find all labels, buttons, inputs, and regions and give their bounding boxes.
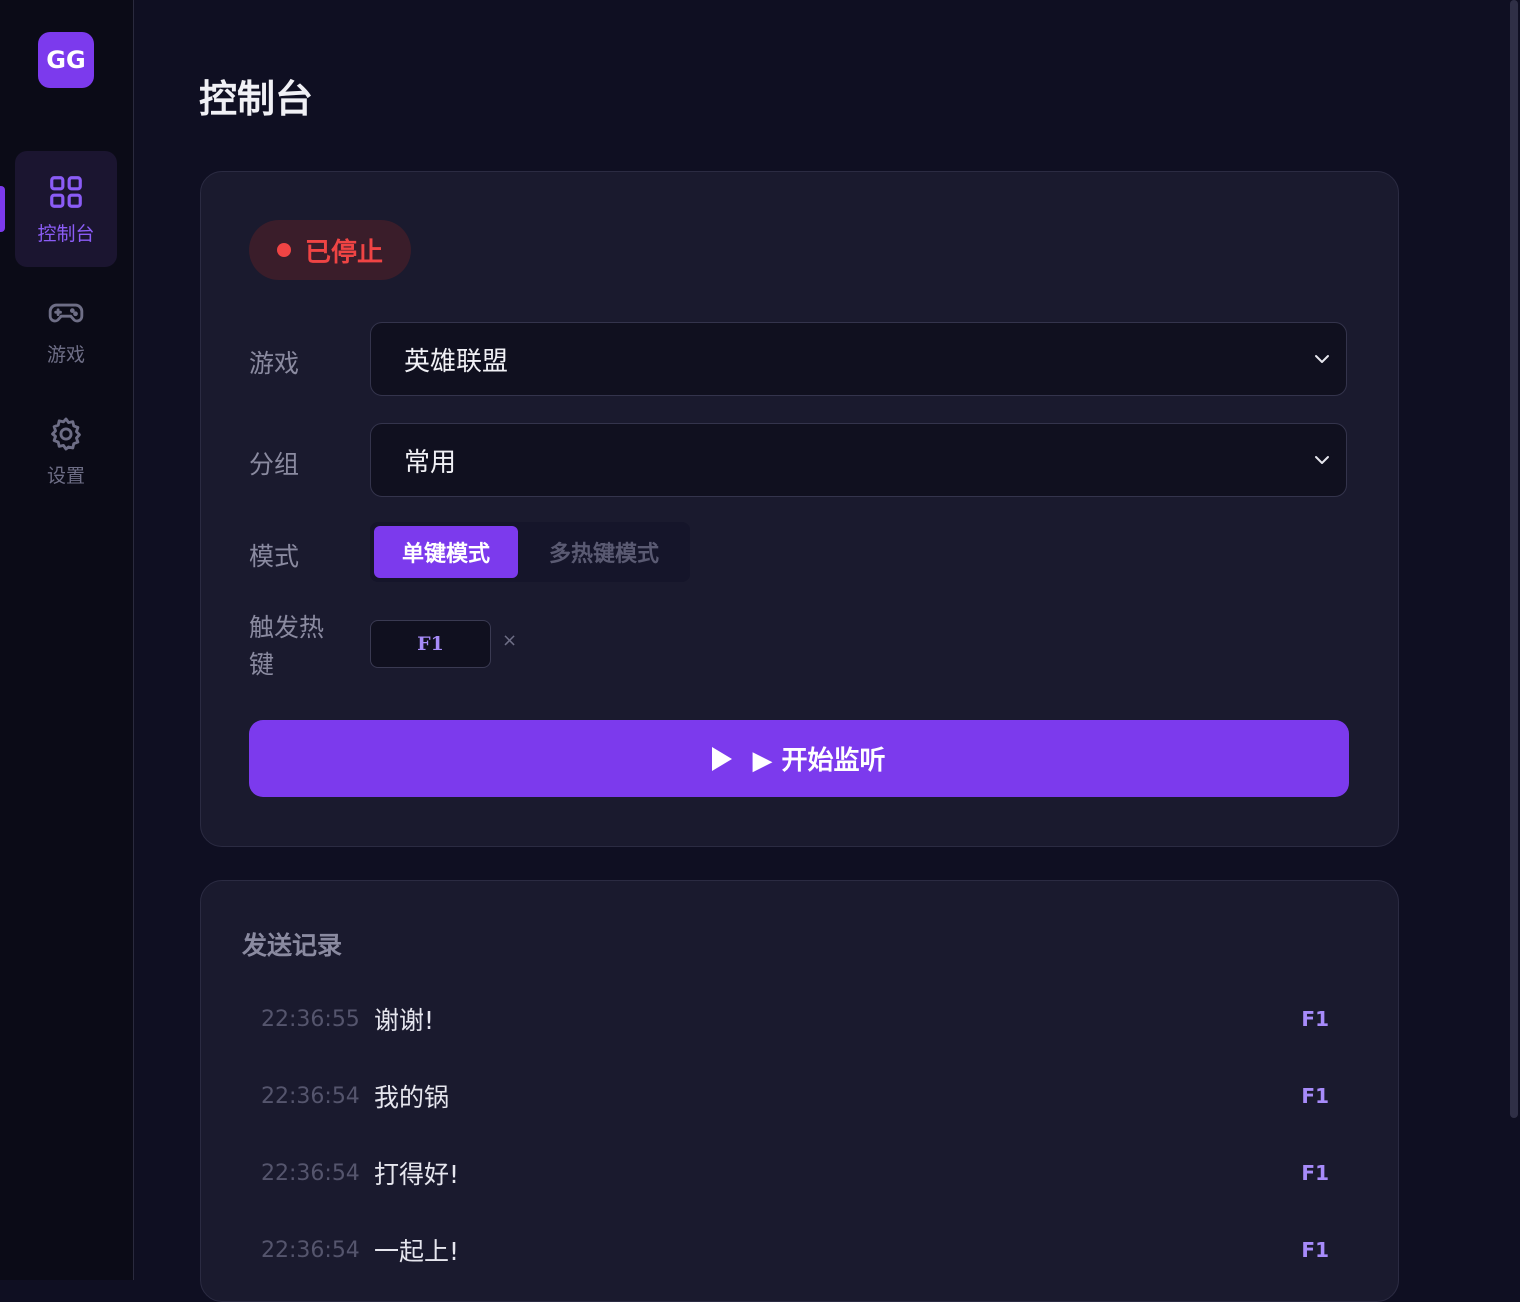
start-listening-button[interactable]: ▶ 开始监听: [249, 720, 1349, 797]
log-message: 谢谢!: [374, 1006, 435, 1035]
group-select-value: 常用: [404, 447, 457, 478]
log-row: 22:36:54 一起上! F1: [261, 1230, 1339, 1270]
log-time: 22:36:54: [261, 1160, 360, 1186]
chevron-down-icon: [1315, 456, 1329, 464]
sidebar-item-games[interactable]: 游戏: [15, 272, 117, 388]
log-row: 22:36:54 打得好! F1: [261, 1153, 1339, 1193]
play-icon: [712, 746, 733, 771]
sidebar-item-label: 游戏: [46, 343, 85, 366]
log-title: 发送记录: [242, 931, 343, 960]
start-button-label: ▶ 开始监听: [752, 746, 886, 776]
game-label: 游戏: [249, 349, 300, 378]
mode-toggle: 单键模式 多热键模式: [370, 522, 690, 582]
log-time: 22:36:54: [261, 1083, 360, 1109]
active-nav-indicator: [0, 186, 5, 232]
log-key: F1: [1301, 1161, 1329, 1185]
mode-single-button[interactable]: 单键模式: [374, 526, 518, 578]
log-key: F1: [1301, 1084, 1329, 1108]
log-row: 22:36:54 我的锅 F1: [261, 1076, 1339, 1116]
send-log-card: 发送记录 22:36:55 谢谢! F1 22:36:54 我的锅 F1 22:…: [200, 880, 1399, 1302]
status-dot-icon: [277, 243, 291, 257]
scrollbar-thumb[interactable]: [1510, 0, 1518, 1118]
group-select[interactable]: 常用: [370, 423, 1347, 497]
group-label: 分组: [249, 450, 300, 479]
hotkey-chip[interactable]: F1: [370, 620, 491, 668]
log-key: F1: [1301, 1238, 1329, 1262]
game-select-value: 英雄联盟: [404, 346, 509, 377]
page-title: 控制台: [199, 77, 314, 121]
mode-multi-button[interactable]: 多热键模式: [522, 526, 686, 578]
log-time: 22:36:54: [261, 1237, 360, 1263]
game-select[interactable]: 英雄联盟: [370, 322, 1347, 396]
log-key: F1: [1301, 1007, 1329, 1031]
control-card: 已停止 游戏 英雄联盟 分组 常用 模式 单键模式 多热键模式 触发热键 F1 …: [200, 171, 1399, 847]
vertical-scrollbar[interactable]: [1508, 0, 1520, 1120]
log-message: 一起上!: [374, 1237, 460, 1266]
log-message: 我的锅: [374, 1083, 450, 1112]
gear-icon: [51, 417, 81, 450]
status-text: 已停止: [305, 237, 384, 268]
chevron-down-icon: [1315, 355, 1329, 363]
mode-label: 模式: [249, 542, 300, 571]
app-logo: GG: [38, 32, 94, 88]
sidebar-item-label: 控制台: [37, 222, 95, 245]
grid-icon: [50, 175, 82, 208]
sidebar-item-settings[interactable]: 设置: [15, 393, 117, 509]
hotkey-label: 触发热键: [249, 613, 325, 679]
hotkey-remove-button[interactable]: ×: [502, 630, 517, 651]
gamepad-icon: [48, 303, 84, 322]
sidebar-item-label: 设置: [46, 464, 85, 487]
log-time: 22:36:55: [261, 1006, 360, 1032]
log-message: 打得好!: [374, 1160, 460, 1189]
status-badge: 已停止: [249, 220, 412, 280]
sidebar: GG 控制台 游戏 设置: [0, 0, 134, 1280]
log-row: 22:36:55 谢谢! F1: [261, 999, 1339, 1039]
sidebar-item-console[interactable]: 控制台: [15, 151, 117, 267]
